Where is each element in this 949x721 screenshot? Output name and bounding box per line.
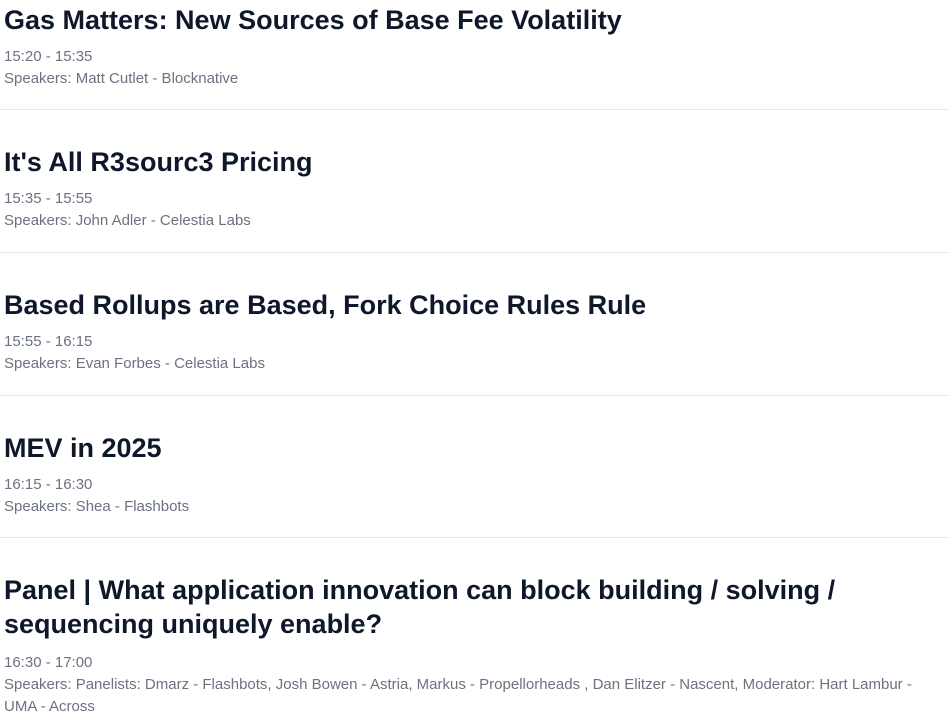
- session-title: Panel | What application innovation can …: [4, 575, 836, 639]
- session-item: Gas Matters: New Sources of Base Fee Vol…: [0, 0, 949, 110]
- session-time: 15:35 - 15:55: [4, 190, 93, 207]
- session-speakers: Speakers: Shea - Flashbots: [4, 498, 190, 515]
- session-time: 16:15 - 16:30: [4, 476, 93, 493]
- session-item: Panel | What application innovation can …: [0, 538, 949, 721]
- session-speakers: Speakers: Matt Cutlet - Blocknative: [4, 70, 239, 87]
- schedule-list: Gas Matters: New Sources of Base Fee Vol…: [0, 0, 949, 721]
- session-time: 15:55 - 16:15: [4, 333, 93, 350]
- session-title: It's All R3sourc3 Pricing: [4, 147, 313, 177]
- session-speakers: Speakers: John Adler - Celestia Labs: [4, 212, 251, 229]
- session-time: 15:20 - 15:35: [4, 48, 93, 65]
- session-item: Based Rollups are Based, Fork Choice Rul…: [0, 253, 949, 396]
- session-item: MEV in 2025 16:15 - 16:30 Speakers: Shea…: [0, 396, 949, 538]
- session-item: It's All R3sourc3 Pricing 15:35 - 15:55 …: [0, 110, 949, 253]
- session-title: MEV in 2025: [4, 433, 162, 463]
- session-title: Gas Matters: New Sources of Base Fee Vol…: [4, 5, 622, 35]
- session-time: 16:30 - 17:00: [4, 654, 93, 671]
- session-speakers: Speakers: Panelists: Dmarz - Flashbots, …: [4, 676, 912, 715]
- session-title: Based Rollups are Based, Fork Choice Rul…: [4, 290, 647, 320]
- session-speakers: Speakers: Evan Forbes - Celestia Labs: [4, 355, 265, 372]
